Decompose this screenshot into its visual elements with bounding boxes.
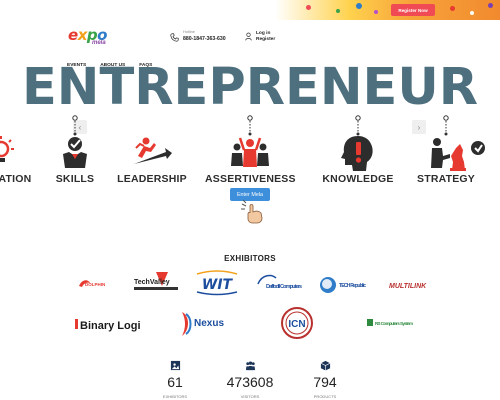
exhibitor-logo-multilink[interactable]: MULTILINK <box>386 278 432 292</box>
daffodil-logo-icon: Daffodil Computers <box>257 274 302 290</box>
users-icon <box>245 361 255 371</box>
exhibitor-name: TechValley <box>134 279 170 286</box>
exhibitor-logo-tech-republic[interactable]: TECH Republic <box>318 274 368 296</box>
image-icon <box>170 360 180 371</box>
confetti-decoration <box>306 5 311 10</box>
confetti-decoration <box>470 11 474 15</box>
strategy-chess-icon <box>431 138 466 171</box>
exhibitor-logo-daffodil[interactable]: Daffodil Computers <box>254 272 304 296</box>
stat-label: PRODUCTS <box>313 394 337 399</box>
stat-label: EXHIBITORS <box>162 394 188 399</box>
exhibitor-name: RS Computers System <box>375 321 413 326</box>
skills-person-icon <box>63 137 87 168</box>
exhibitor-name: Nexus <box>194 318 224 329</box>
confetti-decoration <box>356 3 362 9</box>
hotline: Hotline 880-1847-363-630 <box>170 30 226 42</box>
register-link[interactable]: Register <box>256 37 275 43</box>
exhibitor-logo-techvalley[interactable]: TechValley <box>132 270 180 294</box>
hotline-number[interactable]: 880-1847-363-630 <box>183 36 226 42</box>
dolphin-logo-icon: DOLPHIN <box>79 280 105 287</box>
nexus-logo-icon: Nexus <box>182 312 224 336</box>
hotline-label: Hotline <box>183 30 195 34</box>
pointing-hand-icon <box>241 199 263 224</box>
box-icon <box>320 360 330 371</box>
tech-republic-logo-icon: TECH Republic <box>320 277 366 293</box>
exhibitor-name: Binary Logi <box>80 320 141 332</box>
exhibitor-logo-rs-computers[interactable]: RS Computers System <box>366 316 416 330</box>
stat-products: 794 PRODUCTS <box>295 360 355 399</box>
skill-label: ASSERTIVENESS <box>205 173 296 185</box>
exhibitor-name: TECH Republic <box>339 283 366 289</box>
exhibitor-name: DOLPHIN <box>85 282 105 287</box>
logo-subtitle: mela <box>92 40 106 46</box>
top-banner: Register Now <box>0 0 500 20</box>
skill-label: LEADERSHIP <box>117 173 187 185</box>
exhibitor-logo-binary-logic[interactable]: Binary Logi <box>72 312 148 336</box>
phone-icon <box>170 33 179 42</box>
stat-value: 61 <box>167 374 183 390</box>
stat-visitors: 473608 VISITORS <box>220 360 280 399</box>
hero-title: ENTREPRENEUR <box>21 58 479 117</box>
assertiveness-people-icon <box>231 137 269 167</box>
stat-label: VISITORS <box>240 394 260 399</box>
exhibitor-name: MULTILINK <box>389 283 427 290</box>
leadership-arrow-icon <box>134 137 172 164</box>
wit-logo-icon: WIT <box>196 270 238 296</box>
page: Register Now expo mela Hotline 880-1847-… <box>0 0 500 400</box>
confetti-decoration <box>336 9 340 13</box>
partial-skill-icon <box>471 141 485 155</box>
skill-label: STRATEGY <box>417 173 475 185</box>
confetti-decoration <box>374 10 378 14</box>
confetti-decoration <box>488 3 493 8</box>
exhibitor-name: Daffodil Computers <box>266 284 302 290</box>
rs-computers-logo-icon: RS Computers System <box>367 319 413 326</box>
stat-value: 473608 <box>226 374 274 390</box>
icn-logo-icon: ICN <box>281 307 313 339</box>
skill-label: KNOWLEDGE <box>322 173 394 185</box>
techvalley-logo-icon: TechValley <box>134 272 178 290</box>
lightbulb-icon <box>0 136 14 162</box>
auth-links: Log in Register <box>245 31 275 44</box>
exhibitor-name: WIT <box>202 277 234 293</box>
exhibitors-title: EXHIBITORS <box>224 254 276 263</box>
exhibitor-logo-icn[interactable]: ICN <box>280 306 314 340</box>
binary-logic-logo-icon: Binary Logi <box>75 319 141 332</box>
exhibitor-logo-nexus[interactable]: Nexus <box>176 308 232 340</box>
exhibitor-logo-dolphin[interactable]: DOLPHIN <box>76 274 114 292</box>
user-icon <box>245 32 252 41</box>
confetti-decoration <box>450 6 455 11</box>
register-now-button[interactable]: Register Now <box>391 4 435 16</box>
stat-value: 794 <box>313 374 337 390</box>
expo-mela-logo[interactable]: expo mela <box>68 26 118 50</box>
skills-carousel: ATION SKILLS LEADERSHIP ASSERTIVENESS KN… <box>0 115 500 190</box>
exhibitor-name: ICN <box>288 319 305 330</box>
knowledge-head-icon <box>341 136 373 171</box>
multilink-logo-icon: MULTILINK <box>389 283 427 290</box>
stat-exhibitors: 61 EXHIBITORS <box>145 360 205 399</box>
exhibitor-logo-wit[interactable]: WIT <box>194 270 240 296</box>
